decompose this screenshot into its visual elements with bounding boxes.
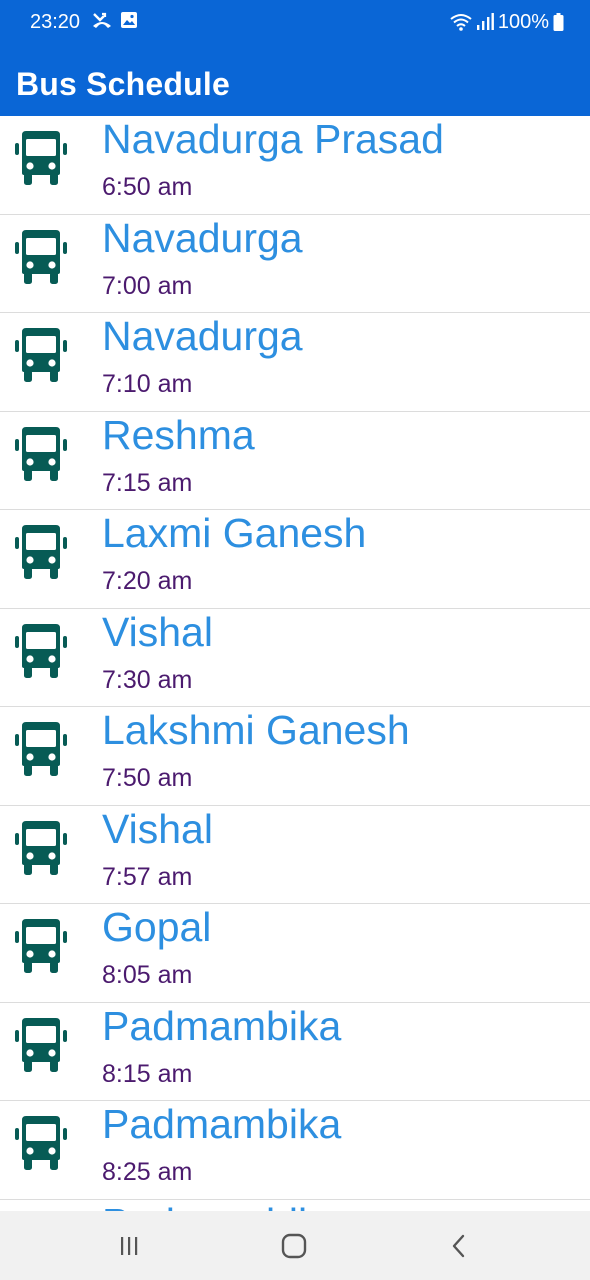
bus-time: 7:30 am (102, 665, 193, 694)
bus-icon (15, 229, 67, 284)
bus-icon (15, 722, 67, 776)
recents-button[interactable] (114, 1231, 144, 1261)
battery-icon (553, 13, 564, 31)
bus-icon (15, 1017, 67, 1072)
wifi-icon (450, 14, 472, 31)
bus-list-item[interactable]: Vishal 7:30 am (0, 608, 590, 707)
bus-list-item[interactable]: Padmambika 8:25 am (0, 1101, 590, 1200)
bus-icon (15, 919, 67, 973)
page-title: Bus Schedule (16, 66, 231, 102)
bus-name: Padmambika (102, 1002, 342, 1049)
bus-time: 7:10 am (102, 370, 193, 398)
status-time: 23:20 (30, 11, 81, 33)
bus-list-item[interactable]: Padmambika 8:15 am (0, 1002, 590, 1101)
missed-call-icon (93, 12, 111, 28)
bus-name: Lakshmi Ganesh (102, 707, 410, 753)
bus-icon (15, 1116, 67, 1170)
bus-list-item[interactable]: Navadurga Prasad 6:50 am (0, 116, 590, 215)
bus-list-item[interactable]: Reshma 7:15 am (0, 411, 590, 510)
bus-list-item[interactable]: Lakshmi Ganesh 7:50 am (0, 707, 590, 806)
status-right: 100% (450, 10, 564, 34)
status-notification-icons (92, 11, 138, 29)
bus-time: 7:50 am (102, 764, 193, 792)
bus-name: Gopal (102, 904, 212, 950)
home-button[interactable] (279, 1231, 309, 1261)
bus-time: 7:57 am (102, 862, 193, 891)
bus-list-item[interactable]: Padmambika (0, 1200, 590, 1212)
bus-time: 7:20 am (102, 567, 193, 595)
back-icon (452, 1234, 465, 1258)
bus-icon (15, 328, 67, 382)
bus-name: Padmambika (102, 1101, 342, 1147)
bus-time: 8:15 am (102, 1059, 193, 1088)
bus-name: Reshma (102, 411, 255, 458)
bus-list-item[interactable]: Navadurga 7:00 am (0, 214, 590, 313)
gallery-icon (121, 12, 137, 28)
bus-icon (15, 820, 67, 875)
bus-time: 7:15 am (102, 468, 193, 497)
bus-list-item[interactable]: Navadurga 7:10 am (0, 313, 590, 412)
bus-name: Navadurga (102, 214, 303, 261)
battery-percent: 100% (497, 11, 549, 33)
bus-name: Vishal (102, 805, 213, 852)
bus-list-item[interactable]: Gopal 8:05 am (0, 904, 590, 1003)
back-button[interactable] (444, 1231, 474, 1261)
bus-time: 6:50 am (102, 173, 193, 201)
status-bar: 23:20 100% (0, 0, 590, 44)
bus-time: 8:25 am (102, 1158, 193, 1186)
recents-icon (121, 1237, 138, 1255)
bus-name: Laxmi Ganesh (102, 510, 367, 556)
bus-list-item[interactable]: Vishal 7:57 am (0, 805, 590, 904)
app-bar: Bus Schedule (0, 44, 590, 116)
system-nav-bar (0, 1211, 590, 1280)
bus-name: Vishal (102, 608, 213, 655)
signal-icon (476, 13, 494, 30)
bus-time: 7:00 am (102, 271, 193, 300)
bus-time: 8:05 am (102, 961, 193, 989)
bus-icon (15, 426, 67, 481)
bus-icon (15, 623, 67, 678)
bus-name: Navadurga (102, 313, 303, 359)
bus-list-item[interactable]: Laxmi Ganesh 7:20 am (0, 510, 590, 609)
bus-schedule-list[interactable]: Navadurga Prasad 6:50 am Navadurga 7:00 … (0, 116, 590, 1211)
bus-icon (15, 131, 67, 185)
bus-icon (15, 525, 67, 579)
bus-name: Padmambika (102, 1201, 341, 1212)
bus-name: Navadurga Prasad (102, 116, 444, 162)
home-icon (281, 1233, 307, 1259)
